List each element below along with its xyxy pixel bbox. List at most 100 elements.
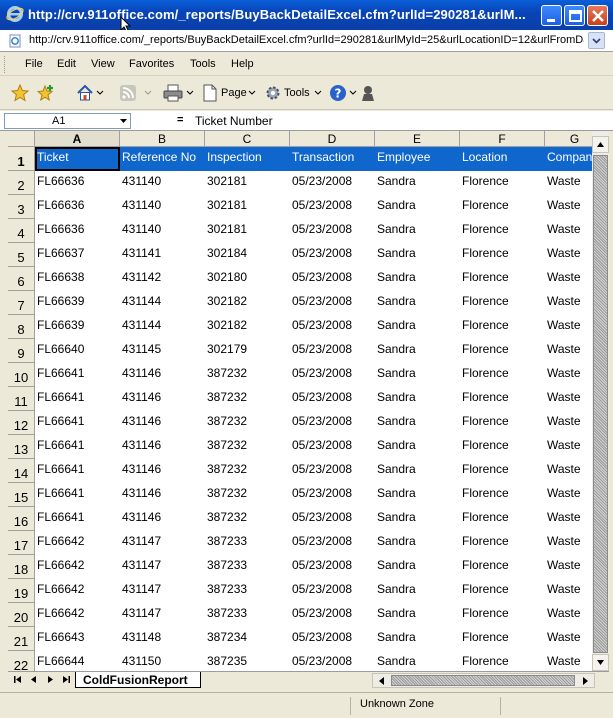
feeds-dropdown-icon[interactable]	[144, 90, 152, 96]
minimize-button[interactable]	[541, 5, 562, 26]
table-cell[interactable]: FL66642	[35, 531, 120, 555]
table-cell[interactable]: Sandra	[375, 243, 460, 267]
table-cell[interactable]: FL66641	[35, 387, 120, 411]
table-cell[interactable]: Florence	[460, 531, 545, 555]
select-all-corner[interactable]	[8, 131, 35, 147]
table-cell[interactable]: 431146	[120, 435, 205, 459]
table-cell[interactable]: FL66637	[35, 243, 120, 267]
research-icon[interactable]	[359, 84, 377, 102]
table-cell[interactable]: 05/23/2008	[290, 411, 375, 435]
arrow-right-icon[interactable]	[579, 675, 591, 687]
page-dropdown-icon[interactable]	[248, 90, 256, 96]
table-cell[interactable]: FL66641	[35, 435, 120, 459]
table-cell[interactable]: 431146	[120, 387, 205, 411]
table-cell[interactable]: FL66638	[35, 267, 120, 291]
row-header[interactable]: 9	[8, 339, 35, 363]
table-cell[interactable]: Florence	[460, 243, 545, 267]
table-cell[interactable]: 302181	[205, 195, 290, 219]
table-cell[interactable]: 431147	[120, 603, 205, 627]
table-cell[interactable]: 387232	[205, 507, 290, 531]
table-cell[interactable]: Waste	[545, 579, 592, 603]
table-cell[interactable]: Florence	[460, 219, 545, 243]
table-cell[interactable]: 387233	[205, 555, 290, 579]
header-cell[interactable]: Inspection	[205, 147, 290, 171]
table-cell[interactable]: 05/23/2008	[290, 579, 375, 603]
table-cell[interactable]: 05/23/2008	[290, 459, 375, 483]
table-cell[interactable]: Waste	[545, 267, 592, 291]
next-sheet-button[interactable]	[42, 673, 58, 688]
sheet-tab-active[interactable]: ColdFusionReport	[75, 672, 201, 688]
table-cell[interactable]: Waste	[545, 387, 592, 411]
row-header[interactable]: 12	[8, 411, 35, 435]
table-cell[interactable]: 387232	[205, 387, 290, 411]
header-cell[interactable]: Reference No	[120, 147, 205, 171]
table-cell[interactable]: 387232	[205, 435, 290, 459]
table-cell[interactable]: 302179	[205, 339, 290, 363]
table-cell[interactable]: Florence	[460, 267, 545, 291]
table-cell[interactable]: Florence	[460, 387, 545, 411]
last-sheet-button[interactable]	[58, 673, 74, 688]
help-icon[interactable]: ?	[329, 84, 347, 102]
table-cell[interactable]: Sandra	[375, 267, 460, 291]
table-cell[interactable]: FL66639	[35, 315, 120, 339]
active-cell[interactable]: Ticket	[35, 147, 120, 171]
table-cell[interactable]: 302184	[205, 243, 290, 267]
column-header[interactable]: B	[120, 131, 205, 147]
menu-view[interactable]: View	[91, 58, 115, 70]
table-cell[interactable]: Sandra	[375, 363, 460, 387]
table-cell[interactable]: Sandra	[375, 459, 460, 483]
table-cell[interactable]: 431146	[120, 411, 205, 435]
table-cell[interactable]: 302181	[205, 219, 290, 243]
tools-dropdown-icon[interactable]	[314, 90, 322, 96]
table-cell[interactable]: 431148	[120, 627, 205, 651]
table-cell[interactable]: 431142	[120, 267, 205, 291]
row-header[interactable]: 16	[8, 507, 35, 531]
table-cell[interactable]: 431144	[120, 291, 205, 315]
table-cell[interactable]: FL66642	[35, 603, 120, 627]
table-cell[interactable]: 05/23/2008	[290, 507, 375, 531]
table-cell[interactable]: FL66639	[35, 291, 120, 315]
table-cell[interactable]: Sandra	[375, 219, 460, 243]
table-cell[interactable]: 05/23/2008	[290, 195, 375, 219]
first-sheet-button[interactable]	[10, 673, 26, 688]
table-cell[interactable]: 387233	[205, 603, 290, 627]
horizontal-scrollbar[interactable]	[372, 673, 595, 688]
row-header[interactable]: 18	[8, 555, 35, 579]
table-cell[interactable]: Florence	[460, 315, 545, 339]
table-cell[interactable]: 431150	[120, 651, 205, 671]
scroll-down-button[interactable]	[592, 654, 609, 671]
table-cell[interactable]: FL66642	[35, 579, 120, 603]
table-cell[interactable]: 387233	[205, 579, 290, 603]
row-header[interactable]: 5	[8, 243, 35, 267]
table-cell[interactable]: Sandra	[375, 483, 460, 507]
row-header[interactable]: 8	[8, 315, 35, 339]
table-cell[interactable]: Florence	[460, 603, 545, 627]
header-cell[interactable]: Employee	[375, 147, 460, 171]
row-header[interactable]: 7	[8, 291, 35, 315]
row-header[interactable]: 19	[8, 579, 35, 603]
table-cell[interactable]: Sandra	[375, 171, 460, 195]
column-header[interactable]: G	[545, 131, 592, 147]
table-cell[interactable]: Florence	[460, 483, 545, 507]
header-cell[interactable]: Transaction	[290, 147, 375, 171]
table-cell[interactable]: Waste	[545, 507, 592, 531]
table-cell[interactable]: Waste	[545, 195, 592, 219]
table-cell[interactable]: 431147	[120, 531, 205, 555]
table-cell[interactable]: Sandra	[375, 531, 460, 555]
table-cell[interactable]: 431147	[120, 579, 205, 603]
address-dropdown-button[interactable]	[588, 32, 605, 49]
table-cell[interactable]: 05/23/2008	[290, 339, 375, 363]
table-cell[interactable]: 387232	[205, 483, 290, 507]
row-header[interactable]: 1	[8, 147, 35, 171]
row-header[interactable]: 4	[8, 219, 35, 243]
table-cell[interactable]: Florence	[460, 195, 545, 219]
table-cell[interactable]: Sandra	[375, 435, 460, 459]
header-cell[interactable]: Location	[460, 147, 545, 171]
horizontal-scroll-thumb[interactable]	[391, 675, 575, 686]
row-header[interactable]: 14	[8, 459, 35, 483]
close-button[interactable]	[587, 5, 608, 26]
table-cell[interactable]: 387235	[205, 651, 290, 671]
table-cell[interactable]: Sandra	[375, 579, 460, 603]
menu-help[interactable]: Help	[231, 58, 254, 70]
spreadsheet-grid[interactable]: A B C D E F G 1 2 3 4 5 6 7 8 9 10 11 12 13 14 15 16 17 18 19 20 21…	[8, 131, 592, 671]
